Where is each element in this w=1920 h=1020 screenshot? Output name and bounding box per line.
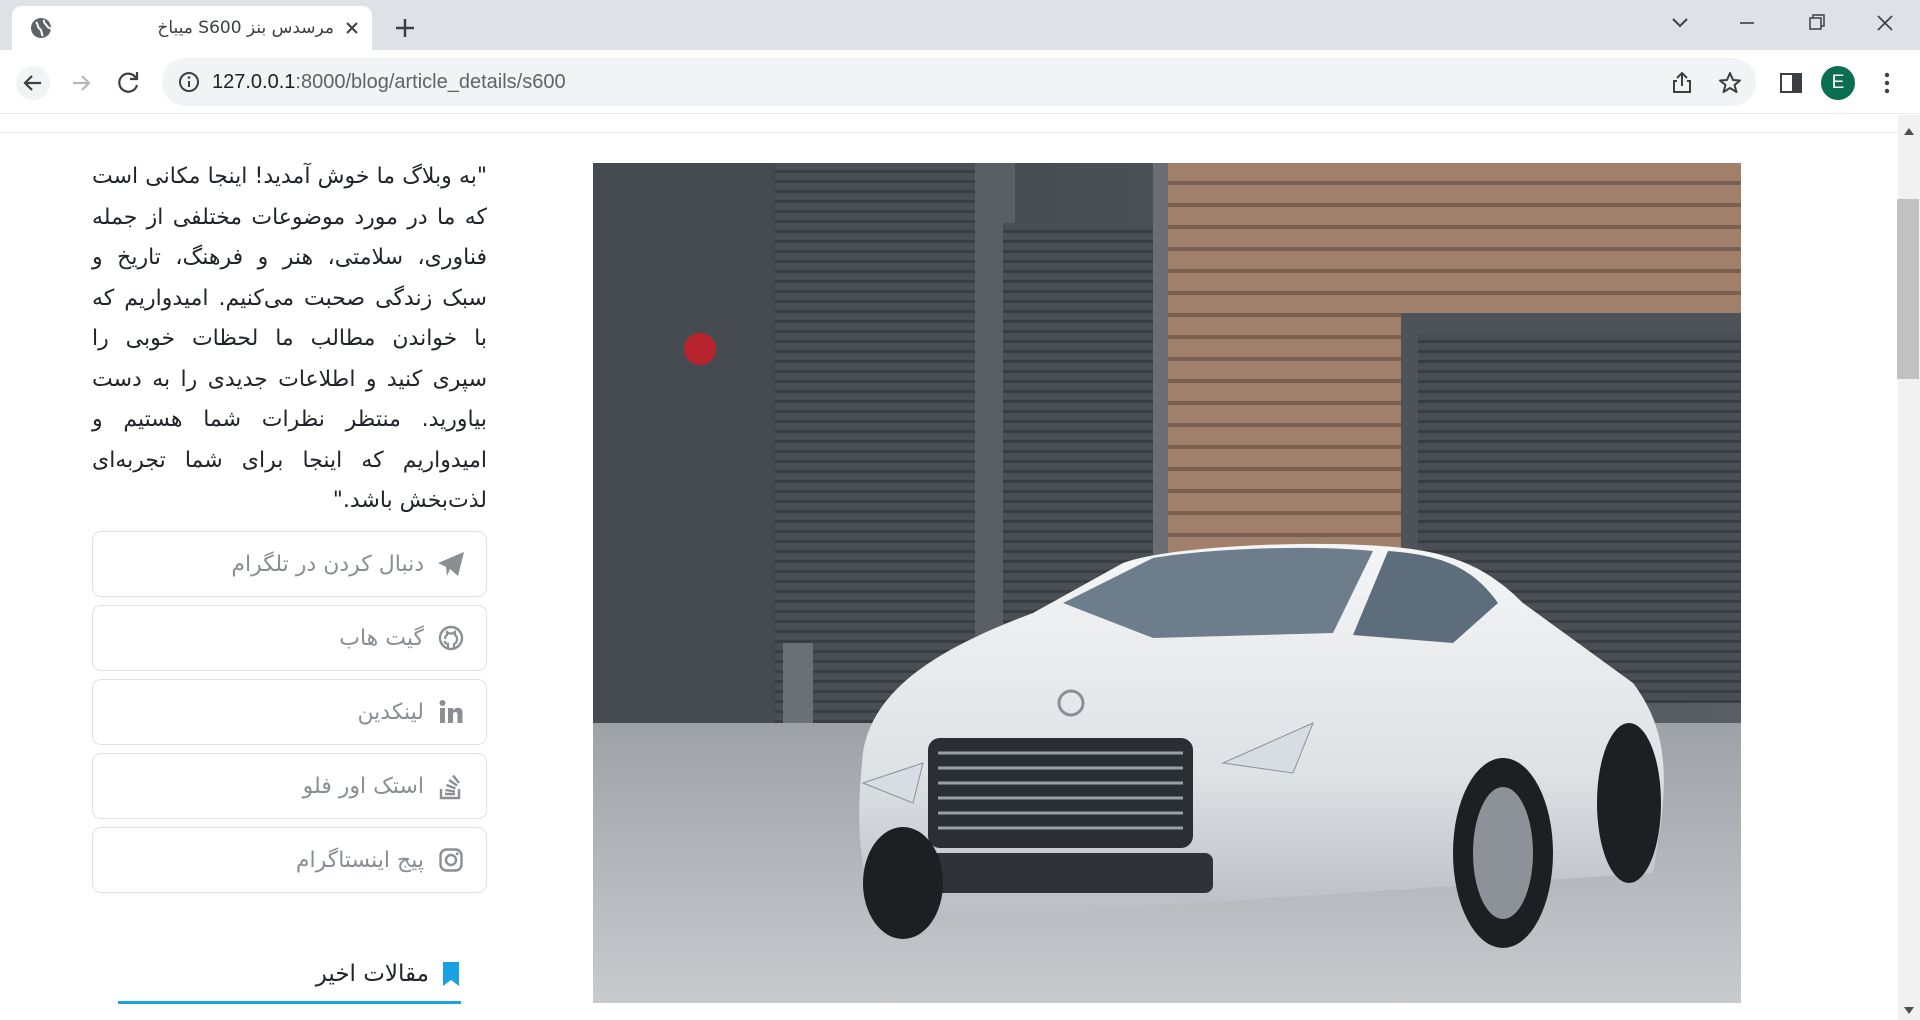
stackoverflow-link[interactable]: استک اور فلو [92,753,487,819]
active-tab[interactable]: مرسدس بنز S600 میباخ [12,6,372,50]
minimize-icon[interactable] [1727,8,1767,38]
linkedin-label: لینکدین [357,699,424,725]
scroll-down-arrow-icon[interactable] [1903,1001,1915,1014]
side-panel-icon[interactable] [1774,66,1808,100]
instagram-icon [436,845,466,875]
github-label: گیت هاب [339,625,424,651]
globe-icon [30,17,52,39]
restore-icon[interactable] [1796,8,1836,38]
chevron-down-icon[interactable] [1660,8,1700,38]
telegram-icon [436,549,466,579]
tab-title: مرسدس بنز S600 میباخ [157,18,334,38]
scrollbar-thumb[interactable] [1897,199,1919,379]
kebab-menu-icon[interactable] [1870,66,1904,100]
address-bar[interactable]: 127.0.0.1:8000/blog/article_details/s600 [162,58,1756,106]
forward-button[interactable] [64,66,98,100]
recent-articles-underline [118,1001,461,1004]
linkedin-link[interactable]: لینکدین [92,679,487,745]
close-window-icon[interactable] [1865,8,1905,38]
info-icon[interactable] [178,71,200,93]
instagram-label: پیج اینستاگرام [295,847,424,873]
stackoverflow-label: استک اور فلو [302,773,424,799]
browser-toolbar: 127.0.0.1:8000/blog/article_details/s600… [0,50,1920,114]
plus-icon[interactable] [390,13,420,43]
url-text[interactable]: 127.0.0.1:8000/blog/article_details/s600 [212,70,566,94]
share-icon[interactable] [1669,70,1695,96]
star-icon[interactable] [1717,70,1743,96]
tab-strip: مرسدس بنز S600 میباخ [0,0,1920,50]
linkedin-icon [436,697,466,727]
reload-button[interactable] [112,66,146,100]
page-viewport: "به وبلاگ ما خوش آمدید! اینجا مکانی است … [0,115,1920,1020]
instagram-link[interactable]: پیج اینستاگرام [92,827,487,893]
intro-paragraph: "به وبلاگ ما خوش آمدید! اینجا مکانی است … [92,164,487,513]
telegram-link[interactable]: دنبال کردن در تلگرام [92,531,487,597]
close-icon[interactable] [342,18,362,38]
navbar-bottom-border [0,132,1898,133]
recent-articles-title: مقالات اخیر [315,961,429,987]
github-link[interactable]: گیت هاب [92,605,487,671]
bookmark-icon [441,961,461,987]
url-host: 127.0.0.1 [212,71,296,93]
social-links: دنبال کردن در تلگرام گیت هاب لینکدین است… [92,531,487,901]
article-image [593,163,1741,1003]
stackoverflow-icon [436,771,466,801]
github-icon [436,623,466,653]
scroll-up-arrow-icon[interactable] [1903,121,1915,135]
recent-articles-header: مقالات اخیر [118,948,461,1000]
profile-avatar[interactable]: E [1821,66,1855,100]
url-path: :8000/blog/article_details/s600 [295,71,566,93]
telegram-label: دنبال کردن در تلگرام [231,551,424,577]
back-button[interactable] [16,66,50,100]
